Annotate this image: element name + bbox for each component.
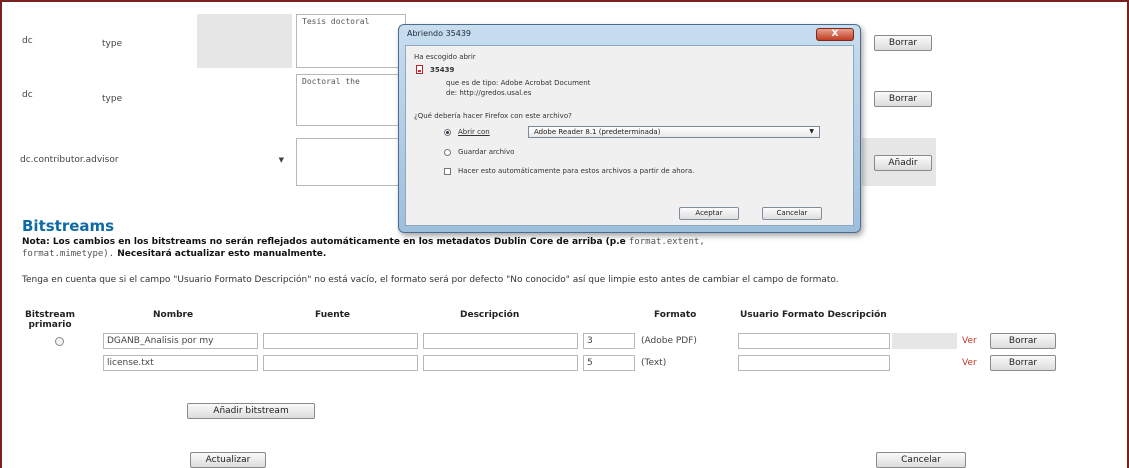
update-button[interactable]: Actualizar bbox=[190, 452, 266, 468]
note-text-1: Nota: Los cambios en los bitstreams no s… bbox=[22, 237, 626, 247]
bitstream2-view-link[interactable]: Ver bbox=[962, 358, 977, 368]
col-source: Fuente bbox=[315, 310, 351, 320]
accept-button[interactable]: Aceptar bbox=[679, 207, 739, 220]
chevron-down-icon: ▼ bbox=[278, 156, 284, 164]
row1-remove-button[interactable]: Borrar bbox=[874, 35, 932, 51]
col-name: Nombre bbox=[153, 310, 194, 320]
bitstreams-note: Nota: Los cambios en los bitstreams no s… bbox=[22, 236, 1112, 260]
col-description: Descripción bbox=[460, 310, 520, 320]
dialog-titlebar[interactable]: Abriendo 35439 X bbox=[399, 25, 860, 45]
auto-action-checkbox[interactable] bbox=[444, 168, 451, 175]
add-bitstream-button[interactable]: Añadir bitstream bbox=[187, 403, 315, 419]
new-value-textarea[interactable] bbox=[296, 138, 406, 186]
pdf-file-icon bbox=[416, 65, 423, 74]
bitstream1-view-link[interactable]: Ver bbox=[962, 336, 977, 346]
bitstream1-format-input[interactable]: 3 bbox=[583, 333, 635, 349]
bitstream1-user-format-input[interactable] bbox=[738, 333, 890, 349]
dialog-title: Abriendo 35439 bbox=[407, 29, 472, 38]
dialog-cancel-button[interactable]: Cancelar bbox=[762, 207, 822, 220]
bitstream2-user-format-input[interactable] bbox=[738, 355, 890, 371]
col-user-format: Usuario Formato Descripción bbox=[740, 310, 887, 320]
bitstream1-remove-button[interactable]: Borrar bbox=[990, 333, 1056, 349]
bitstream2-format-name: (Text) bbox=[641, 358, 667, 368]
open-with-radio[interactable] bbox=[444, 129, 451, 136]
open-with-app-select[interactable]: Adobe Reader 8.1 (predeterminada) ▼ bbox=[528, 126, 820, 138]
col-primary: Bitstream primario bbox=[25, 310, 75, 330]
bitstream1-description-input[interactable] bbox=[423, 333, 578, 349]
row2-remove-button[interactable]: Borrar bbox=[874, 91, 932, 107]
note-text-2: Necesitará actualizar esto manualmente. bbox=[117, 249, 327, 259]
open-with-app-value: Adobe Reader 8.1 (predeterminada) bbox=[534, 128, 661, 136]
row1-value-textarea[interactable]: Tesis doctoral bbox=[296, 14, 406, 68]
field-select[interactable]: dc.contributor.advisor ▼ bbox=[20, 152, 288, 168]
file-type: que es de tipo: Adobe Acrobat Document bbox=[446, 79, 591, 87]
note-code-2: format.mimetype). bbox=[22, 249, 115, 259]
download-dialog: Abriendo 35439 X Ha escogido abrir 35439… bbox=[398, 24, 861, 233]
open-with-label: Abrir con bbox=[458, 128, 490, 136]
chevron-down-icon: ▼ bbox=[809, 128, 814, 135]
bitstream1-source-input[interactable] bbox=[263, 333, 418, 349]
bitstream1-name-input[interactable]: DGANB_Analisis por my bbox=[103, 333, 258, 349]
bitstreams-hint: Tenga en cuenta que si el campo "Usuario… bbox=[22, 275, 839, 285]
field-select-value: dc.contributor.advisor bbox=[20, 155, 119, 165]
row2-schema: dc bbox=[22, 90, 33, 100]
bitstream2-source-input[interactable] bbox=[263, 355, 418, 371]
row2-element: type bbox=[102, 94, 123, 104]
row2-value-textarea[interactable]: Doctoral the bbox=[296, 74, 406, 126]
row1-qualifier-cell bbox=[197, 14, 292, 68]
note-code-1: format.extent, bbox=[628, 237, 705, 247]
bitstreams-title: Bitstreams bbox=[22, 217, 115, 235]
file-name: 35439 bbox=[430, 66, 455, 74]
bitstream1-grey-cell bbox=[892, 333, 957, 349]
col-format: Formato bbox=[654, 310, 697, 320]
save-file-label: Guardar archivo bbox=[458, 148, 515, 156]
add-metadata-button[interactable]: Añadir bbox=[874, 155, 932, 171]
close-icon[interactable]: X bbox=[816, 28, 854, 41]
row1-element: type bbox=[102, 39, 123, 49]
primary-radio[interactable] bbox=[55, 337, 64, 346]
save-file-radio[interactable] bbox=[444, 149, 451, 156]
chosen-open-text: Ha escogido abrir bbox=[414, 53, 476, 61]
bitstream2-name-input[interactable]: license.txt bbox=[103, 355, 258, 371]
cancel-button[interactable]: Cancelar bbox=[876, 452, 966, 468]
bitstream2-format-input[interactable]: 5 bbox=[583, 355, 635, 371]
bitstream1-format-name: (Adobe PDF) bbox=[641, 336, 697, 346]
dialog-body: Ha escogido abrir 35439 que es de tipo: … bbox=[405, 45, 854, 226]
row1-schema: dc bbox=[22, 36, 33, 46]
auto-action-label: Hacer esto automáticamente para estos ar… bbox=[458, 167, 695, 175]
question-text: ¿Qué debería hacer Firefox con este arch… bbox=[414, 112, 572, 120]
bitstream2-description-input[interactable] bbox=[423, 355, 578, 371]
bitstream2-remove-button[interactable]: Borrar bbox=[990, 355, 1056, 371]
file-from: de: http://gredos.usal.es bbox=[446, 89, 532, 97]
